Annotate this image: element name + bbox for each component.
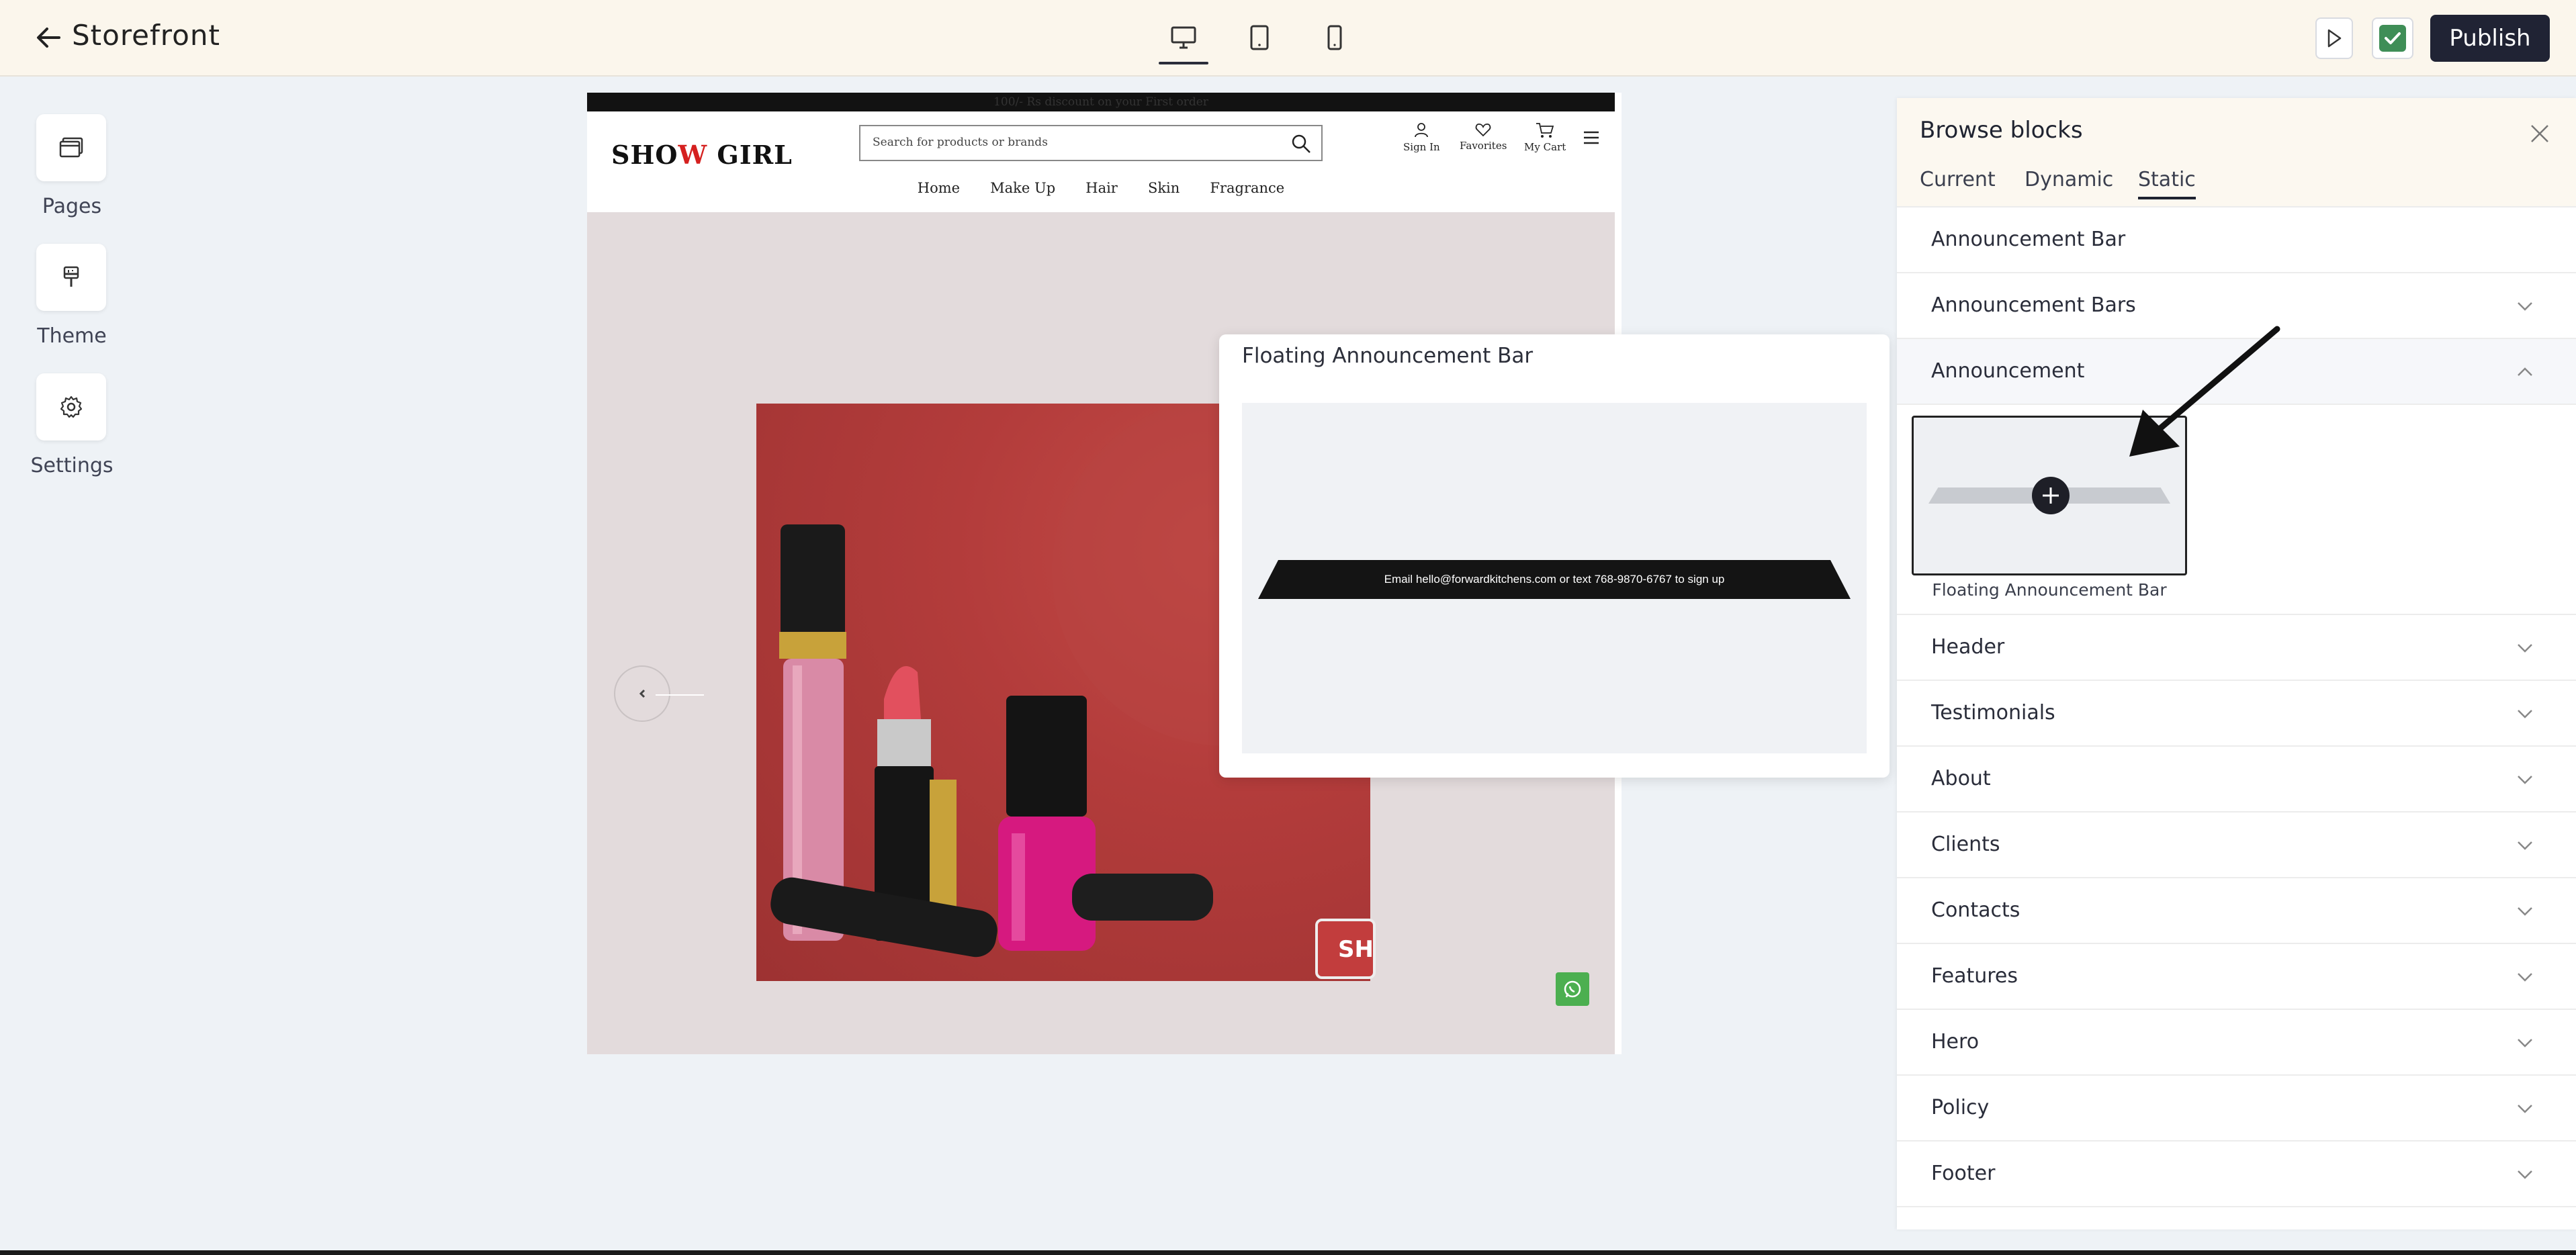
block-row-about[interactable]: About <box>1897 747 2576 812</box>
chevron-down-icon <box>2518 907 2532 916</box>
nav-home[interactable]: Home <box>918 180 960 196</box>
store-search-placeholder: Search for products or brands <box>873 136 1048 149</box>
chevron-down-icon <box>2518 776 2532 784</box>
preview-title: Floating Announcement Bar <box>1242 344 1534 368</box>
search-icon <box>1292 134 1311 153</box>
cart-link[interactable]: My Cart <box>1524 122 1566 153</box>
rail-settings[interactable]: Settings <box>30 373 114 477</box>
publish-button[interactable]: Publish <box>2430 15 2550 62</box>
thumbnail-label: Floating Announcement Bar <box>1932 580 2167 600</box>
cart-label: My Cart <box>1524 141 1566 153</box>
tablet-view-icon[interactable] <box>1241 21 1278 54</box>
favorites-link[interactable]: Favorites <box>1460 122 1507 152</box>
rail-settings-label: Settings <box>30 454 114 477</box>
announcement-text: Email hello@forwardkitchens.com or text … <box>1384 573 1725 586</box>
plus-icon[interactable] <box>2032 477 2070 514</box>
rail-theme-label: Theme <box>37 324 107 348</box>
chevron-down-icon <box>2518 710 2532 718</box>
block-row-announcement-bar[interactable]: Announcement Bar <box>1897 207 2576 273</box>
block-row-footer[interactable]: Footer <box>1897 1142 2576 1207</box>
desktop-view-icon[interactable] <box>1159 21 1208 64</box>
panel-header: Browse blocks Current Dynamic Static <box>1897 98 2576 207</box>
chevron-down-icon <box>2518 1039 2532 1048</box>
block-row-label: Header <box>1931 635 2005 659</box>
block-row-features[interactable]: Features <box>1897 944 2576 1010</box>
chevron-down-icon <box>2518 973 2532 982</box>
user-icon <box>1415 123 1429 138</box>
block-row-label: Features <box>1931 964 2018 988</box>
sign-in-link[interactable]: Sign In <box>1403 122 1440 153</box>
tab-dynamic[interactable]: Dynamic <box>2025 168 2113 197</box>
block-row-label: Footer <box>1931 1162 1996 1185</box>
chevron-down-icon <box>2518 1170 2532 1179</box>
promo-bar: 100/- Rs discount on your First order <box>587 93 1615 111</box>
block-row-header[interactable]: Header <box>1897 615 2576 681</box>
save-status-button[interactable] <box>2372 17 2413 59</box>
panel-title: Browse blocks <box>1920 117 2083 144</box>
chevron-down-icon <box>2518 644 2532 653</box>
store-nav: Home Make Up Hair Skin Fragrance <box>587 180 1615 196</box>
block-row-testimonials[interactable]: Testimonials <box>1897 681 2576 747</box>
block-preview-popover: Floating Announcement Bar Email hello@fo… <box>1219 334 1890 778</box>
chevron-down-icon <box>2518 1105 2532 1113</box>
browse-blocks-panel: Browse blocks Current Dynamic Static Ann… <box>1897 98 2576 1229</box>
tab-static[interactable]: Static <box>2138 168 2196 199</box>
nav-hair[interactable]: Hair <box>1085 180 1118 196</box>
block-row-label: About <box>1931 767 1991 790</box>
block-row-clients[interactable]: Clients <box>1897 812 2576 878</box>
block-row-label: Testimonials <box>1931 701 2055 725</box>
preview-stage: Email hello@forwardkitchens.com or text … <box>1242 403 1867 753</box>
block-row-label: Contacts <box>1931 898 2020 922</box>
rail-pages[interactable]: Pages <box>36 114 107 218</box>
chevron-down-icon <box>2518 841 2532 850</box>
tab-current[interactable]: Current <box>1920 168 1996 197</box>
hamburger-menu-icon[interactable] <box>1583 130 1600 148</box>
mobile-view-icon[interactable] <box>1317 21 1353 54</box>
rail-theme[interactable]: Theme <box>36 244 107 348</box>
app-title: Storefront <box>72 19 220 52</box>
nav-make-up[interactable]: Make Up <box>990 180 1055 196</box>
block-row-label: Announcement Bar <box>1931 228 2126 251</box>
block-row-contacts[interactable]: Contacts <box>1897 878 2576 944</box>
chevron-up-icon <box>2518 367 2532 376</box>
brush-icon <box>63 266 79 287</box>
store-logo[interactable]: SHOW GIRL <box>611 140 793 170</box>
block-row-label: Hero <box>1931 1030 1980 1054</box>
store-search-input[interactable]: Search for products or brands <box>859 125 1323 161</box>
floating-announcement-bar: Email hello@forwardkitchens.com or text … <box>1258 560 1851 599</box>
hero-prev-arrow[interactable] <box>614 665 704 722</box>
gear-icon <box>60 396 83 418</box>
top-bar: Storefront Publish <box>0 0 2576 77</box>
bottom-scrollbar[interactable] <box>0 1250 2576 1255</box>
play-icon <box>2327 29 2342 48</box>
sign-in-label: Sign In <box>1403 141 1440 153</box>
rail-pages-label: Pages <box>42 195 102 218</box>
annotation-arrow-icon <box>2129 326 2280 457</box>
heart-icon <box>1475 124 1491 137</box>
logo-text-mid: W <box>678 140 708 170</box>
whatsapp-icon[interactable] <box>1556 972 1589 1006</box>
block-row-label: Announcement Bars <box>1931 293 2136 317</box>
shop-button[interactable]: SH <box>1315 919 1376 979</box>
block-row-label: Policy <box>1931 1096 1990 1119</box>
chevron-down-icon <box>2518 302 2532 311</box>
nav-skin[interactable]: Skin <box>1148 180 1180 196</box>
check-icon <box>2379 25 2406 52</box>
nav-fragrance[interactable]: Fragrance <box>1210 180 1284 196</box>
logo-text-left: SHO <box>611 140 678 170</box>
block-row-label: Announcement <box>1931 359 2085 383</box>
close-icon[interactable] <box>2528 122 2551 145</box>
favorites-label: Favorites <box>1460 140 1507 152</box>
block-row-hero[interactable]: Hero <box>1897 1010 2576 1076</box>
back-arrow-icon[interactable] <box>34 23 63 52</box>
cart-icon <box>1536 123 1554 138</box>
block-row-label: Clients <box>1931 833 2000 856</box>
store-header: SHOW GIRL Search for products or brands … <box>587 111 1615 212</box>
block-row-policy[interactable]: Policy <box>1897 1076 2576 1142</box>
logo-text-right: GIRL <box>707 140 793 170</box>
preview-button[interactable] <box>2315 17 2353 59</box>
pages-icon <box>59 137 83 158</box>
